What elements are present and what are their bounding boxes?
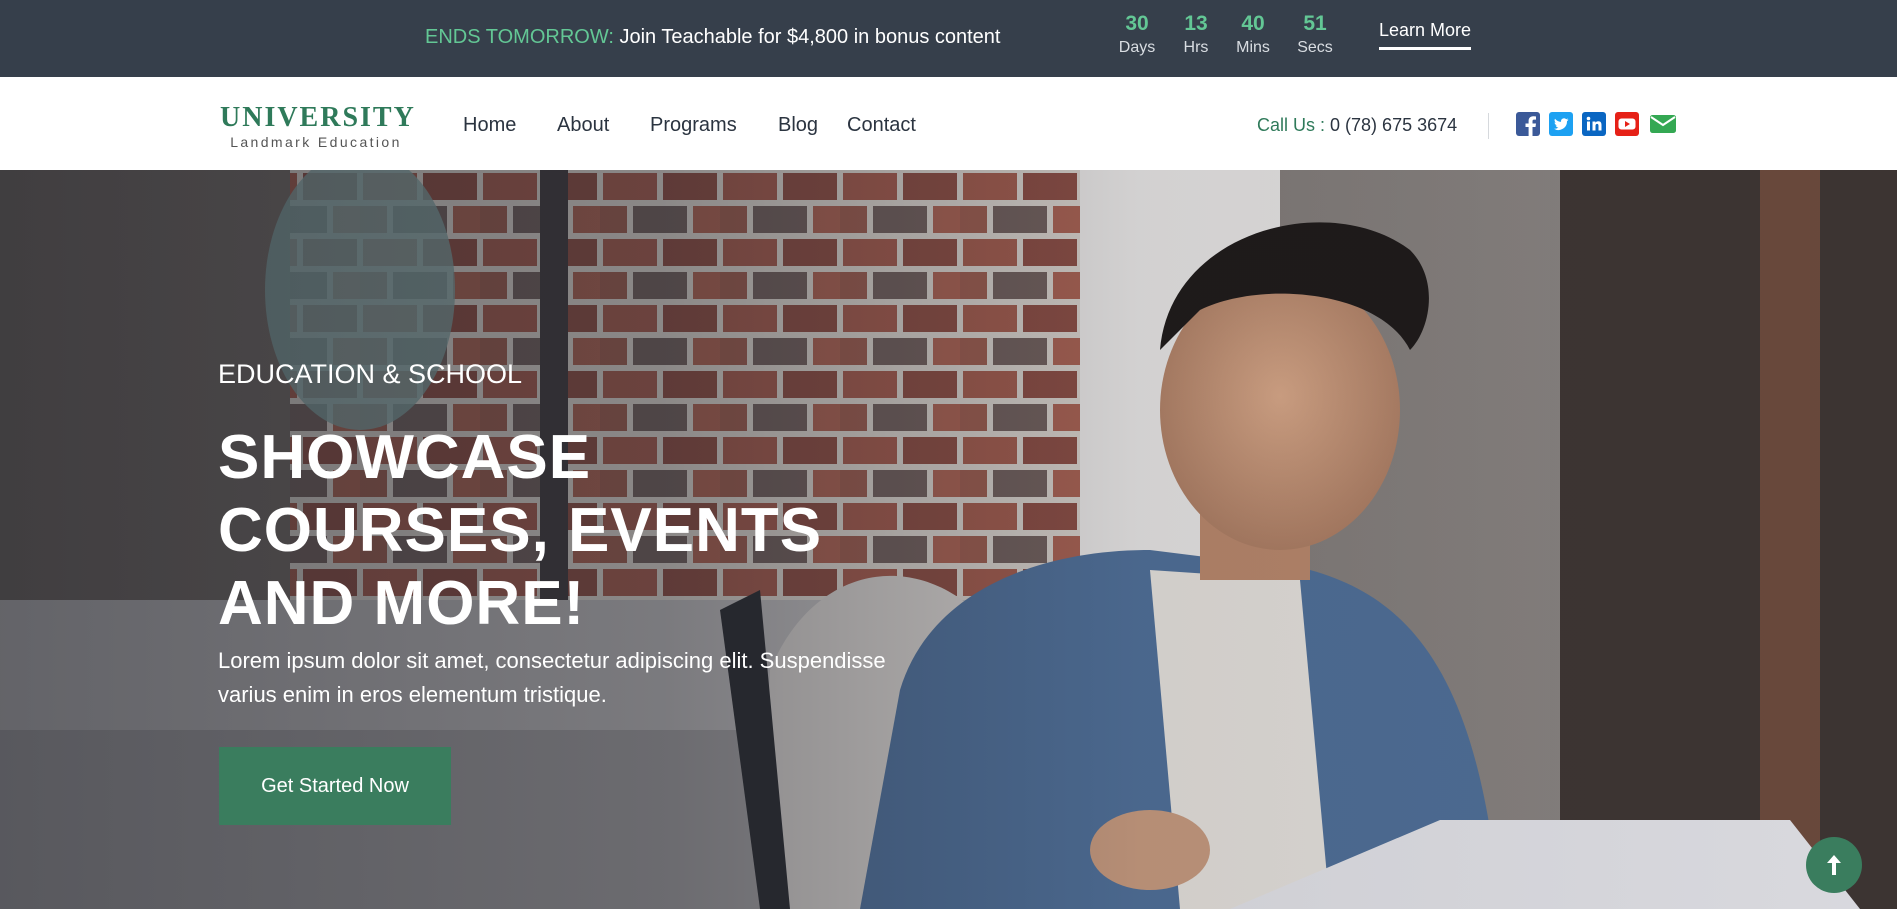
phone-number[interactable]: 0 (78) 675 3674: [1330, 115, 1457, 135]
countdown-unit: Secs: [1297, 39, 1333, 56]
facebook-icon[interactable]: [1516, 112, 1542, 136]
nav-item-home[interactable]: Home: [463, 114, 516, 137]
countdown-hours: 13 Hrs: [1166, 11, 1226, 57]
countdown-days: 30 Days: [1107, 11, 1167, 57]
nav-item-contact[interactable]: Contact: [847, 114, 916, 137]
countdown-value: 51: [1303, 12, 1327, 35]
hero-headline: SHOWCASE COURSES, EVENTS AND MORE!: [218, 423, 823, 638]
countdown-unit: Mins: [1236, 39, 1270, 56]
nav-item-about[interactable]: About: [557, 114, 609, 137]
countdown-value: 13: [1184, 12, 1208, 35]
hero-description: Lorem ipsum dolor sit amet, consectetur …: [218, 648, 886, 707]
twitter-icon[interactable]: [1549, 112, 1575, 136]
linkedin-icon[interactable]: [1582, 112, 1608, 136]
countdown-unit: Hrs: [1183, 39, 1209, 56]
countdown-unit: Days: [1118, 39, 1156, 56]
promo-text: Join Teachable for $4,800 in bonus conte…: [613, 26, 1001, 48]
promo-bar: ENDS TOMORROW: Join Teachable for $4,800…: [0, 0, 1897, 77]
hero-section: EDUCATION & SCHOOL SHOWCASE COURSES, EVE…: [0, 170, 1897, 909]
email-icon[interactable]: [1649, 112, 1676, 136]
learn-more-link[interactable]: Learn More: [1379, 20, 1472, 50]
call-us: Call Us : 0 (78) 675 3674: [1257, 115, 1457, 136]
promo-message: ENDS TOMORROW: Join Teachable for $4,800…: [425, 26, 1001, 49]
logo-title: UNIVERSITY: [220, 102, 416, 133]
back-to-top-button[interactable]: [1806, 837, 1862, 893]
nav-item-programs[interactable]: Programs: [650, 114, 737, 137]
hero-eyebrow: EDUCATION & SCHOOL: [218, 359, 523, 389]
countdown-seconds: 51 Secs: [1285, 11, 1345, 57]
promo-highlight: ENDS TOMORROW:: [425, 26, 614, 48]
arrow-up-icon: [1827, 855, 1841, 875]
youtube-icon[interactable]: [1615, 112, 1641, 136]
site-logo[interactable]: UNIVERSITY Landmark Education: [220, 102, 416, 151]
nav-item-blog[interactable]: Blog: [778, 114, 818, 137]
countdown-value: 30: [1125, 12, 1149, 35]
logo-subtitle: Landmark Education: [230, 134, 402, 150]
call-us-label: Call Us :: [1257, 115, 1326, 135]
countdown-value: 40: [1241, 12, 1265, 35]
header-divider: [1488, 113, 1489, 139]
main-header: UNIVERSITY Landmark Education Home About…: [0, 77, 1897, 170]
countdown-minutes: 40 Mins: [1223, 11, 1283, 57]
get-started-button[interactable]: Get Started Now: [219, 747, 451, 825]
